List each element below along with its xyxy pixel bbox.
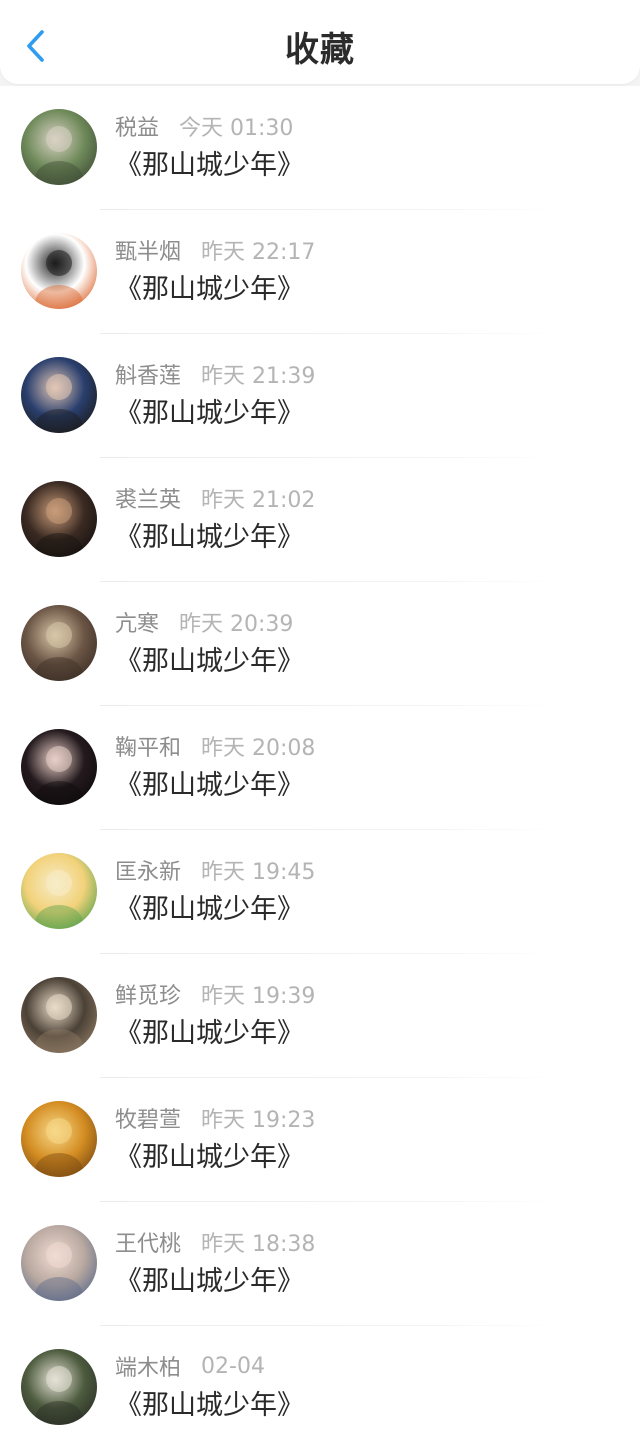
user-name: 鲜觅珍: [115, 984, 182, 1009]
user-name: 斛香莲: [115, 364, 182, 389]
avatar[interactable]: [21, 1225, 97, 1301]
timestamp: 昨天 22:17: [201, 240, 316, 265]
avatar[interactable]: [21, 1101, 97, 1177]
avatar[interactable]: [21, 109, 97, 185]
avatar[interactable]: [21, 481, 97, 557]
avatar[interactable]: [21, 853, 97, 929]
timestamp: 今天 01:30: [179, 116, 294, 141]
timestamp: 昨天 19:39: [201, 984, 316, 1009]
work-title: 《那山城少年》: [115, 646, 304, 677]
work-title: 《那山城少年》: [115, 1390, 304, 1421]
item-meta: 王代桃 昨天 18:38: [115, 1226, 315, 1258]
item-meta: 匡永新 昨天 19:45: [115, 854, 315, 886]
user-name: 匡永新: [115, 860, 182, 885]
timestamp: 昨天 19:45: [201, 860, 316, 885]
work-title: 《那山城少年》: [115, 522, 304, 553]
work-title: 《那山城少年》: [115, 1142, 304, 1173]
user-name: 税益: [115, 116, 160, 141]
favorites-list: 税益 今天 01:30 《那山城少年》 甄半烟 昨天 22:17 《那山城少年》 斛香莲 昨天…: [0, 86, 640, 1450]
avatar[interactable]: [21, 1349, 97, 1425]
list-item[interactable]: 鲜觅珍 昨天 19:39 《那山城少年》: [0, 954, 640, 1078]
timestamp: 昨天 18:38: [201, 1232, 316, 1257]
user-name: 端木柏: [115, 1356, 182, 1381]
user-name: 王代桃: [115, 1232, 182, 1257]
item-meta: 端木柏 02-04: [115, 1350, 265, 1382]
timestamp: 昨天 21:02: [201, 488, 316, 513]
work-title: 《那山城少年》: [115, 1266, 304, 1297]
work-title: 《那山城少年》: [115, 274, 304, 305]
timestamp: 昨天 21:39: [201, 364, 316, 389]
avatar[interactable]: [21, 233, 97, 309]
list-item[interactable]: 牧碧萱 昨天 19:23 《那山城少年》: [0, 1078, 640, 1202]
list-item[interactable]: 匡永新 昨天 19:45 《那山城少年》: [0, 830, 640, 954]
work-title: 《那山城少年》: [115, 1018, 304, 1049]
list-item[interactable]: 甄半烟 昨天 22:17 《那山城少年》: [0, 210, 640, 334]
work-title: 《那山城少年》: [115, 770, 304, 801]
avatar[interactable]: [21, 605, 97, 681]
work-title: 《那山城少年》: [115, 150, 304, 181]
list-item[interactable]: 税益 今天 01:30 《那山城少年》: [0, 86, 640, 210]
timestamp: 昨天 20:39: [179, 612, 294, 637]
user-name: 牧碧萱: [115, 1108, 182, 1133]
work-title: 《那山城少年》: [115, 398, 304, 429]
avatar[interactable]: [21, 729, 97, 805]
list-item[interactable]: 鞠平和 昨天 20:08 《那山城少年》: [0, 706, 640, 830]
avatar[interactable]: [21, 357, 97, 433]
work-title: 《那山城少年》: [115, 894, 304, 925]
user-name: 甄半烟: [115, 240, 182, 265]
timestamp: 昨天 19:23: [201, 1108, 316, 1133]
item-meta: 牧碧萱 昨天 19:23: [115, 1102, 315, 1134]
item-meta: 裘兰英 昨天 21:02: [115, 482, 315, 514]
item-meta: 税益 今天 01:30: [115, 110, 293, 142]
list-item[interactable]: 端木柏 02-04 《那山城少年》: [0, 1326, 640, 1450]
list-item[interactable]: 斛香莲 昨天 21:39 《那山城少年》: [0, 334, 640, 458]
list-item[interactable]: 亢寒 昨天 20:39 《那山城少年》: [0, 582, 640, 706]
list-item[interactable]: 王代桃 昨天 18:38 《那山城少年》: [0, 1202, 640, 1326]
user-name: 鞠平和: [115, 736, 182, 761]
item-meta: 鞠平和 昨天 20:08: [115, 730, 315, 762]
list-item[interactable]: 裘兰英 昨天 21:02 《那山城少年》: [0, 458, 640, 582]
page-title: 收藏: [285, 30, 355, 70]
avatar[interactable]: [21, 977, 97, 1053]
item-meta: 鲜觅珍 昨天 19:39: [115, 978, 315, 1010]
user-name: 裘兰英: [115, 488, 182, 513]
item-meta: 斛香莲 昨天 21:39: [115, 358, 315, 390]
top-bar: 收藏: [0, 0, 640, 84]
timestamp: 昨天 20:08: [201, 736, 316, 761]
user-name: 亢寒: [115, 612, 160, 637]
item-meta: 亢寒 昨天 20:39: [115, 606, 293, 638]
timestamp: 02-04: [201, 1353, 265, 1379]
item-meta: 甄半烟 昨天 22:17: [115, 234, 315, 266]
